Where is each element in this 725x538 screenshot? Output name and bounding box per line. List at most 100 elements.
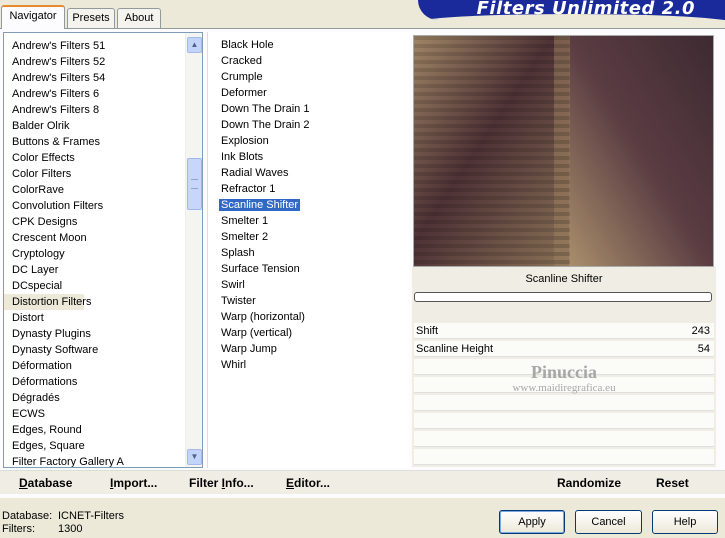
filter-item-label: Swirl bbox=[221, 279, 245, 291]
filter-item-label: Ink Blots bbox=[221, 151, 264, 163]
reset-button[interactable]: Reset bbox=[656, 475, 689, 491]
filter-item-label: Refractor 1 bbox=[221, 183, 276, 195]
filter-item[interactable]: Down The Drain 2 bbox=[208, 117, 409, 133]
category-item[interactable]: DCspecial bbox=[4, 278, 182, 294]
filter-item-label: Radial Waves bbox=[221, 167, 289, 179]
filter-item[interactable]: Splash bbox=[208, 245, 409, 261]
filter-item[interactable]: Black Hole bbox=[208, 37, 409, 53]
filter-item[interactable]: Whirl bbox=[208, 357, 409, 373]
filter-list[interactable]: Black Hole Cracked Crumple Deformer Down The… bbox=[207, 32, 409, 468]
param-label: Shift bbox=[416, 325, 439, 337]
filter-item-label: Down The Drain 2 bbox=[221, 119, 310, 131]
filter-item[interactable]: Smelter 1 bbox=[208, 213, 409, 229]
action-bar: Database Import... Filter Info... Editor… bbox=[0, 470, 725, 494]
filter-item-label: Twister bbox=[221, 295, 256, 307]
category-item[interactable]: Dégradés bbox=[4, 390, 182, 406]
filter-item[interactable]: Twister bbox=[208, 293, 409, 309]
category-item[interactable]: Filter Factory Gallery A bbox=[4, 454, 182, 467]
category-item[interactable]: Dynasty Plugins bbox=[4, 326, 182, 342]
filter-item[interactable]: Radial Waves bbox=[208, 165, 409, 181]
category-item[interactable]: Déformation bbox=[4, 358, 182, 374]
import-button[interactable]: Import... bbox=[110, 475, 157, 491]
filter-item[interactable]: Ink Blots bbox=[208, 149, 409, 165]
status-database-label: Database: bbox=[2, 510, 53, 522]
param-slot-empty bbox=[414, 395, 714, 411]
current-filter-name: Scanline Shifter bbox=[525, 273, 603, 285]
category-scrollbar[interactable]: ▲ ▼ bbox=[185, 33, 202, 467]
filter-item-label: Warp Jump bbox=[221, 343, 277, 355]
category-item[interactable]: Andrew's Filters 6 bbox=[4, 86, 182, 102]
category-item[interactable]: DC Layer bbox=[4, 262, 182, 278]
category-list[interactable]: Andrew's Filters 51 Andrew's Filters 52 An… bbox=[3, 32, 203, 468]
param-slot-empty bbox=[414, 431, 714, 447]
filter-item-label: Surface Tension bbox=[221, 263, 300, 275]
filter-item-label: Warp (vertical) bbox=[221, 327, 293, 339]
category-item[interactable]: Balder Olrik bbox=[4, 118, 182, 134]
category-item[interactable]: Andrew's Filters 54 bbox=[4, 70, 182, 86]
category-item[interactable]: ColorRave bbox=[4, 182, 182, 198]
category-item[interactable]: Color Filters bbox=[4, 166, 182, 182]
param-scanline-height[interactable]: Scanline Height 54 bbox=[414, 341, 714, 357]
tab-about[interactable]: About bbox=[117, 8, 161, 28]
randomize-button[interactable]: Randomize bbox=[557, 475, 621, 491]
filter-item-label: Cracked bbox=[221, 55, 262, 67]
filter-item[interactable]: Smelter 2 bbox=[208, 229, 409, 245]
filter-item[interactable]: Crumple bbox=[208, 69, 409, 85]
editor-button[interactable]: Editor... bbox=[286, 475, 330, 491]
category-item[interactable]: Buttons & Frames bbox=[4, 134, 182, 150]
navigator-panel: Andrew's Filters 51 Andrew's Filters 52 An… bbox=[0, 28, 725, 498]
param-shift[interactable]: Shift 243 bbox=[414, 323, 714, 339]
apply-button[interactable]: Apply bbox=[499, 510, 565, 534]
filter-item[interactable]: Explosion bbox=[208, 133, 409, 149]
filter-list-items: Black Hole Cracked Crumple Deformer Down The… bbox=[208, 32, 409, 373]
scroll-down-button[interactable]: ▼ bbox=[187, 449, 202, 465]
status-filters-value: 1300 bbox=[58, 523, 83, 535]
category-item[interactable]: Edges, Round bbox=[4, 422, 182, 438]
scrollbar-thumb[interactable] bbox=[187, 158, 202, 210]
filter-item-label: Explosion bbox=[221, 135, 269, 147]
param-slot-empty bbox=[414, 377, 714, 393]
category-item[interactable]: Cryptology bbox=[4, 246, 182, 262]
category-item[interactable]: Andrew's Filters 52 bbox=[4, 54, 182, 70]
preview-graphic bbox=[414, 36, 713, 266]
filter-item[interactable]: Warp (vertical) bbox=[208, 325, 409, 341]
param-value[interactable]: 54 bbox=[698, 341, 710, 357]
filter-item-label: Smelter 2 bbox=[221, 231, 269, 243]
category-item[interactable]: Convolution Filters bbox=[4, 198, 182, 214]
category-item[interactable]: Color Effects bbox=[4, 150, 182, 166]
tab-presets[interactable]: Presets bbox=[67, 8, 115, 28]
filter-item-label: Deformer bbox=[221, 87, 267, 99]
category-item[interactable]: Déformations bbox=[4, 374, 182, 390]
param-value[interactable]: 243 bbox=[692, 323, 710, 339]
help-button[interactable]: Help bbox=[652, 510, 718, 534]
parameter-panel: Scanline Shifter Shift 243 Scanline Heig… bbox=[412, 267, 716, 467]
category-item[interactable]: Andrew's Filters 51 bbox=[4, 38, 182, 54]
filter-item[interactable]: Surface Tension bbox=[208, 261, 409, 277]
category-item[interactable]: ECWS bbox=[4, 406, 182, 422]
filter-item[interactable]: Deformer bbox=[208, 85, 409, 101]
category-item[interactable]: CPK Designs bbox=[4, 214, 182, 230]
status-info: Database: ICNET-Filters Filters: 1300 bbox=[2, 510, 124, 536]
tab-navigator[interactable]: Navigator bbox=[1, 5, 65, 29]
category-item[interactable]: Andrew's Filters 8 bbox=[4, 102, 182, 118]
filter-item[interactable]: Scanline Shifter bbox=[208, 197, 409, 213]
filter-item[interactable]: Down The Drain 1 bbox=[208, 101, 409, 117]
filter-item[interactable]: Refractor 1 bbox=[208, 181, 409, 197]
cancel-button[interactable]: Cancel bbox=[575, 510, 642, 534]
category-item[interactable]: Dynasty Software bbox=[4, 342, 182, 358]
filter-item[interactable]: Warp (horizontal) bbox=[208, 309, 409, 325]
scroll-up-button[interactable]: ▲ bbox=[187, 37, 202, 53]
category-item[interactable]: Distort bbox=[4, 310, 182, 326]
filter-item[interactable]: Swirl bbox=[208, 277, 409, 293]
category-item[interactable]: Distortion Filters bbox=[4, 294, 91, 310]
filter-item[interactable]: Cracked bbox=[208, 53, 409, 69]
filter-item[interactable]: Warp Jump bbox=[208, 341, 409, 357]
database-button[interactable]: Database bbox=[19, 475, 72, 491]
category-item[interactable]: Edges, Square bbox=[4, 438, 182, 454]
tab-strip: Navigator Presets About bbox=[0, 0, 420, 29]
filter-info-button[interactable]: Filter Info... bbox=[189, 475, 254, 491]
param-slot-empty bbox=[414, 413, 714, 429]
param-slot-empty bbox=[414, 359, 714, 375]
filter-item-label: Whirl bbox=[221, 359, 247, 371]
category-item[interactable]: Crescent Moon bbox=[4, 230, 182, 246]
